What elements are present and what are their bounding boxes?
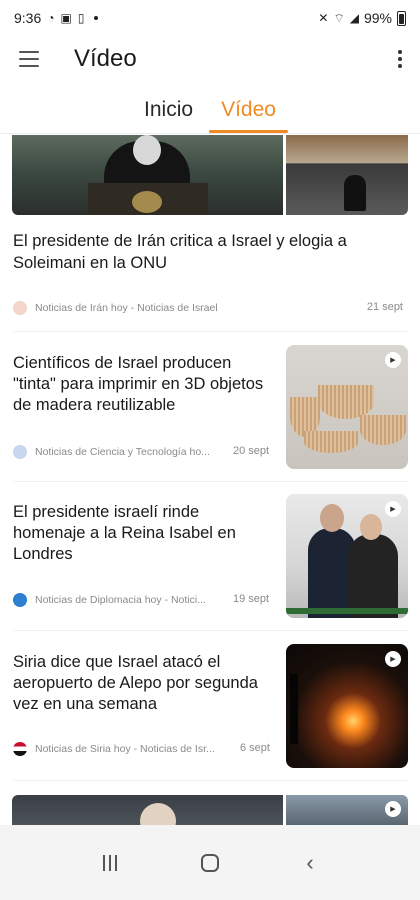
signal-icon: ◢ xyxy=(349,11,359,25)
source-name: Noticias de Siria hoy - Noticias de Isr.… xyxy=(35,743,215,755)
play-icon: ▶ xyxy=(385,801,401,817)
play-icon: ▶ xyxy=(385,651,401,667)
partial-main-image xyxy=(12,795,283,825)
source-logo-icon xyxy=(13,742,27,756)
article-title[interactable]: Siria dice que Israel atacó el aeropuert… xyxy=(13,652,273,715)
featured-main-image xyxy=(12,135,283,215)
article-title[interactable]: El presidente israelí rinde homenaje a l… xyxy=(13,502,273,565)
play-icon: ▶ xyxy=(385,352,401,368)
home-icon xyxy=(201,853,219,872)
source-logo-icon xyxy=(13,445,27,459)
source-name: Noticias de Diplomacia hoy - Notici... xyxy=(35,594,206,606)
app-bar: Vídeo xyxy=(0,36,420,82)
divider xyxy=(13,780,407,781)
article-date: 19 sept xyxy=(233,593,270,605)
mute-icon: ✕ xyxy=(318,11,329,25)
recent-apps-button[interactable] xyxy=(90,854,130,871)
article-source: Noticias de Ciencia y Tecnología ho... xyxy=(13,445,218,459)
gallery-icon: ▣ xyxy=(60,11,72,25)
status-bar: 9:36 ◔ ▣ ▯ ✕ ⌔ ◢ 99% xyxy=(0,0,420,36)
overflow-menu-icon[interactable] xyxy=(398,50,402,68)
article-source: Noticias de Siria hoy - Noticias de Isr.… xyxy=(13,742,218,756)
home-button[interactable] xyxy=(190,853,230,872)
partial-article[interactable]: ▶ xyxy=(12,795,408,825)
divider xyxy=(13,481,407,482)
tab-bar: Inicio Vídeo xyxy=(0,90,420,134)
source-logo-icon xyxy=(13,593,27,607)
source-name: Noticias de Irán hoy - Noticias de Israe… xyxy=(35,302,218,314)
play-icon: ▶ xyxy=(385,501,401,517)
more-notifications-dot xyxy=(94,16,99,20)
article-title[interactable]: Científicos de Israel producen "tinta" p… xyxy=(13,353,273,416)
featured-source: Noticias de Irán hoy - Noticias de Israe… xyxy=(13,301,313,315)
back-button[interactable]: ‹ xyxy=(290,850,330,876)
divider xyxy=(13,630,407,631)
page-title: Vídeo xyxy=(74,45,137,72)
list-item[interactable]: Científicos de Israel producen "tinta" p… xyxy=(0,345,420,483)
featured-date: 21 sept xyxy=(366,301,403,313)
article-date: 6 sept xyxy=(240,742,270,754)
system-nav-bar: ‹ xyxy=(0,825,420,900)
featured-article[interactable]: El presidente de Irán critica a Israel y… xyxy=(0,135,420,315)
notification-icon: ▯ xyxy=(77,11,85,25)
tab-video[interactable]: Vídeo xyxy=(209,90,288,133)
source-logo-icon xyxy=(13,301,27,315)
article-thumbnail[interactable]: ▶ xyxy=(286,345,408,469)
list-item[interactable]: El presidente israelí rinde homenaje a l… xyxy=(0,494,420,632)
partial-side-image: ▶ xyxy=(286,795,408,825)
featured-side-image xyxy=(286,135,408,215)
battery-icon xyxy=(397,10,406,26)
news-feed[interactable]: El presidente de Irán critica a Israel y… xyxy=(0,135,420,825)
divider xyxy=(13,331,407,332)
article-thumbnail[interactable]: ▶ xyxy=(286,494,408,618)
featured-images xyxy=(12,135,408,215)
wifi-icon: ⌔ xyxy=(333,11,345,25)
status-time: 9:36 xyxy=(14,10,42,26)
battery-percent: 99% xyxy=(363,10,392,26)
source-name: Noticias de Ciencia y Tecnología ho... xyxy=(35,446,210,458)
article-date: 20 sept xyxy=(233,445,270,457)
hamburger-menu-icon[interactable] xyxy=(19,51,39,67)
article-source: Noticias de Diplomacia hoy - Notici... xyxy=(13,593,218,607)
tab-inicio[interactable]: Inicio xyxy=(144,90,193,133)
featured-title[interactable]: El presidente de Irán critica a Israel y… xyxy=(13,230,373,274)
list-item[interactable]: Siria dice que Israel atacó el aeropuert… xyxy=(0,644,420,782)
whatsapp-icon: ◔ xyxy=(47,11,55,25)
article-thumbnail[interactable]: ▶ xyxy=(286,644,408,768)
